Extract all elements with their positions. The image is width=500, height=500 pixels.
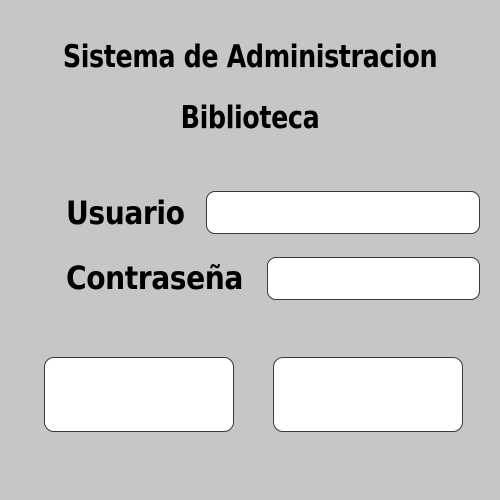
password-input[interactable] <box>267 257 480 300</box>
left-action-button[interactable] <box>44 357 234 432</box>
username-label: Usuario <box>66 194 185 232</box>
username-input[interactable] <box>206 191 480 234</box>
password-label: Contraseña <box>66 259 243 297</box>
app-title: Sistema de Administracion <box>62 39 438 75</box>
app-subtitle: Biblioteca <box>180 100 320 136</box>
right-action-button[interactable] <box>273 357 463 432</box>
